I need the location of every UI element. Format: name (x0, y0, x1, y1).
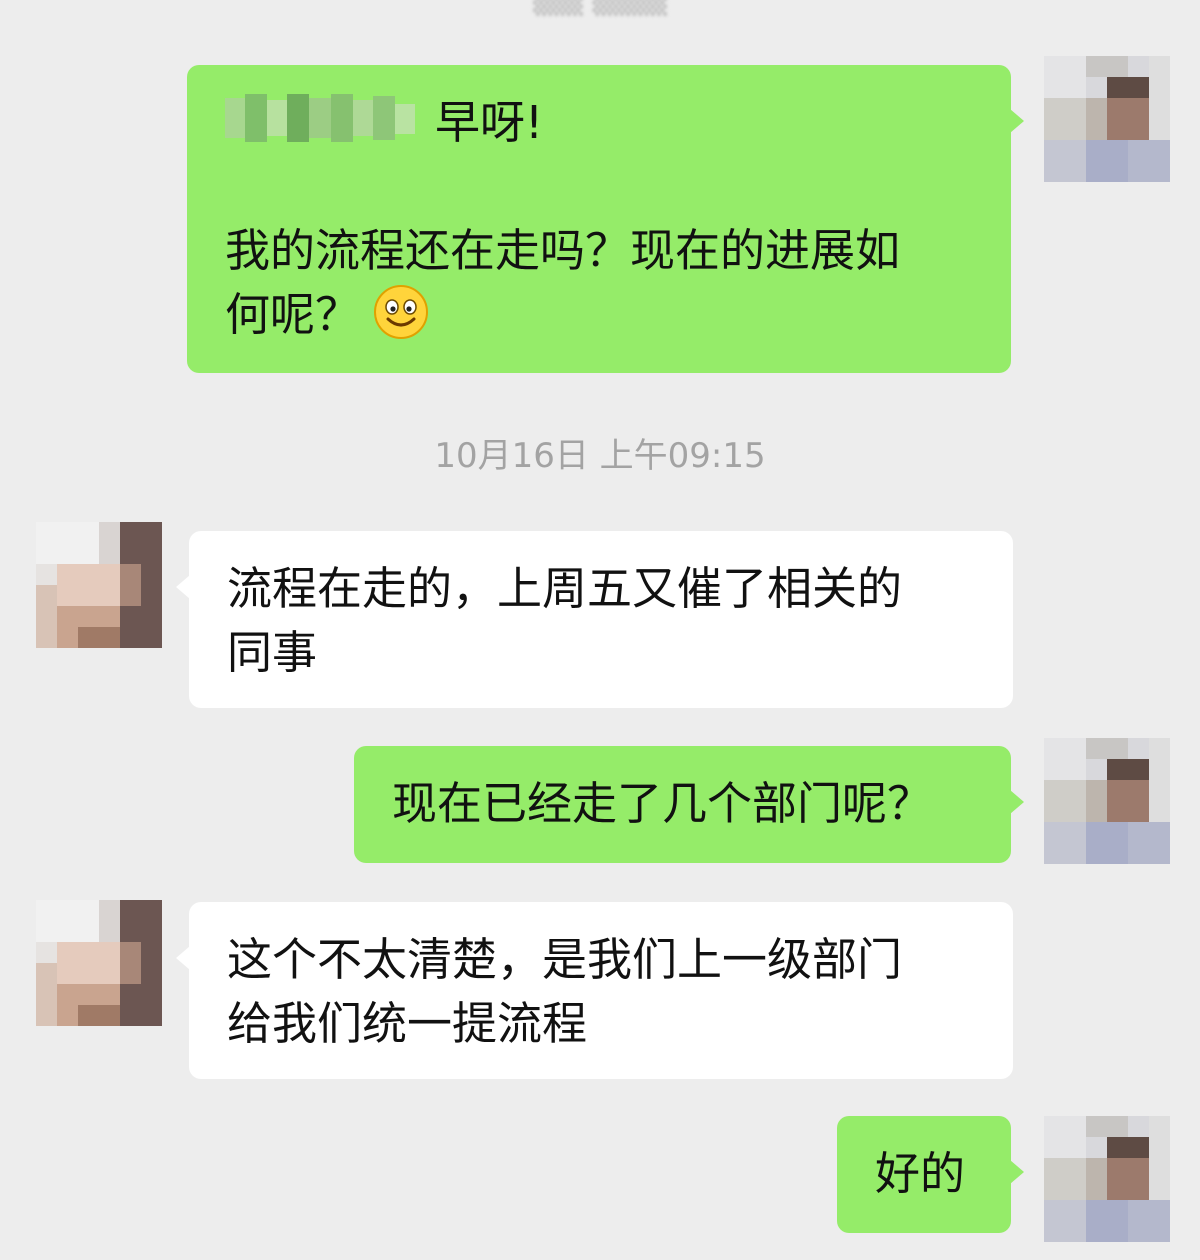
redacted-name-mosaic (225, 94, 415, 142)
message-first-line: 早呀! (225, 91, 975, 155)
self-avatar[interactable] (1044, 56, 1170, 182)
self-avatar[interactable] (1044, 1116, 1170, 1242)
contact-avatar[interactable] (36, 900, 162, 1026)
message-text: 我的流程还在走吗？现在的进展如 何呢？ (225, 224, 901, 341)
truncated-previous-timestamp: ▒▒ ▒▒▒ (0, 0, 1200, 16)
outgoing-message-bubble[interactable]: 现在已经走了几个部门呢？ (354, 746, 1024, 863)
message-text: 这个不太清楚，是我们上一级部门 给我们统一提流程 (227, 933, 903, 1050)
timestamp: 10月16日 上午09:15 (434, 436, 766, 476)
outgoing-message-bubble[interactable]: 早呀! 我的流程还在走吗？现在的进展如 何呢？ (187, 65, 1024, 373)
incoming-message-bubble[interactable]: 这个不太清楚，是我们上一级部门 给我们统一提流程 (176, 902, 1013, 1079)
smile-emoji-icon (372, 283, 430, 341)
message-text: 流程在走的，上周五又催了相关的 同事 (227, 562, 903, 679)
message-text: 好的 (875, 1147, 966, 1200)
self-avatar[interactable] (1044, 738, 1170, 864)
message-text: 现在已经走了几个部门呢？ (392, 777, 933, 830)
contact-avatar[interactable] (36, 522, 162, 648)
outgoing-message-bubble[interactable]: 好的 (837, 1116, 1024, 1233)
greeting-text: 早呀! (435, 96, 544, 149)
incoming-message-bubble[interactable]: 流程在走的，上周五又催了相关的 同事 (176, 531, 1013, 708)
